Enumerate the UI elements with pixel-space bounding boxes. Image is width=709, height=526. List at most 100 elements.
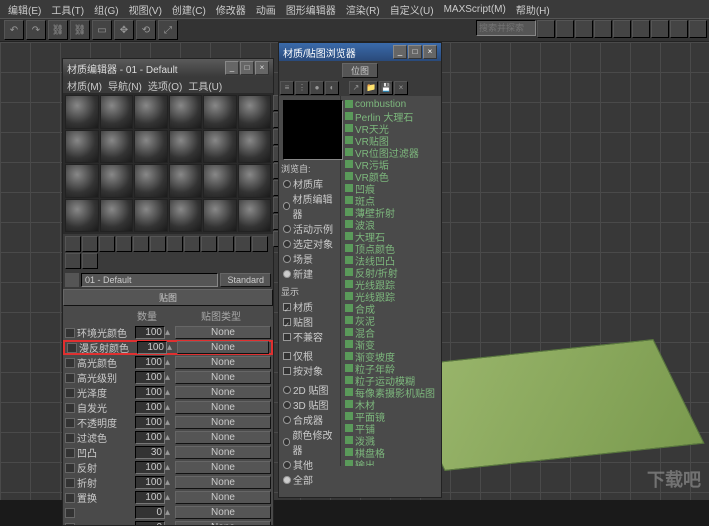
tool-redo[interactable]: ↷ xyxy=(26,20,46,40)
sample-slot[interactable] xyxy=(169,95,203,129)
map-checkbox[interactable] xyxy=(65,493,75,503)
mat-tool-button[interactable] xyxy=(133,236,149,252)
sample-slot[interactable] xyxy=(65,130,99,164)
map-amount[interactable]: 100 xyxy=(135,416,165,429)
mat-tool-button[interactable] xyxy=(235,236,251,252)
spinner-icon[interactable]: ▴ xyxy=(165,327,173,338)
map-checkbox[interactable] xyxy=(65,373,75,383)
spinner-icon[interactable]: ▴ xyxy=(165,357,173,368)
maximize-button[interactable]: □ xyxy=(240,61,254,75)
close-button[interactable]: × xyxy=(423,45,437,59)
browser-map-list[interactable]: combustionPerlin 大理石VR天光VR贴图VR位图过滤器VR污垢V… xyxy=(341,96,441,466)
tb-icon[interactable] xyxy=(651,20,669,38)
filter-option[interactable]: 按对象 xyxy=(281,363,338,378)
minimize-button[interactable]: _ xyxy=(393,45,407,59)
map-checkbox[interactable] xyxy=(65,463,75,473)
menu-animation[interactable]: 动画 xyxy=(252,2,280,17)
map-slot-button[interactable]: None xyxy=(175,521,271,525)
map-amount[interactable]: 100 xyxy=(135,326,165,339)
map-tree-item[interactable]: 输出 xyxy=(343,458,439,466)
browser-tab[interactable]: 位图 xyxy=(342,63,378,78)
mat-tool-button[interactable] xyxy=(218,236,234,252)
browse-from-option[interactable]: 新建 xyxy=(281,266,338,281)
category-option[interactable]: 颜色修改器 xyxy=(281,427,338,457)
tb-icon[interactable] xyxy=(575,20,593,38)
map-slot-button[interactable]: None xyxy=(175,506,271,519)
map-amount[interactable]: 0 xyxy=(135,521,165,525)
map-amount[interactable]: 100 xyxy=(135,431,165,444)
sample-slot[interactable] xyxy=(169,199,203,233)
menu-create[interactable]: 创建(C) xyxy=(168,2,210,17)
material-type-button[interactable]: Standard xyxy=(220,273,271,287)
browse-from-option[interactable]: 材质编辑器 xyxy=(281,191,338,221)
tb-icon[interactable] xyxy=(613,20,631,38)
map-amount[interactable]: 0 xyxy=(135,506,165,519)
mat-tool-button[interactable] xyxy=(201,236,217,252)
sample-slot[interactable] xyxy=(65,164,99,198)
browser-titlebar[interactable]: 材质/贴图浏览器 _ □ × xyxy=(279,43,441,61)
bt-icon[interactable]: 📁 xyxy=(364,81,378,95)
mat-tool-button[interactable] xyxy=(252,236,268,252)
bt-icon[interactable]: ↗ xyxy=(349,81,363,95)
map-checkbox[interactable] xyxy=(65,388,75,398)
menu-render[interactable]: 渲染(R) xyxy=(342,2,384,17)
tool-move[interactable]: ✥ xyxy=(114,20,134,40)
spinner-icon[interactable]: ▴ xyxy=(165,372,173,383)
map-slot-button[interactable]: None xyxy=(175,431,271,444)
mat-tool-button[interactable] xyxy=(82,253,98,269)
sample-slot[interactable] xyxy=(238,199,272,233)
mat-menu-material[interactable]: 材质(M) xyxy=(67,78,102,93)
mat-tool-button[interactable] xyxy=(116,236,132,252)
bt-icon[interactable]: 💾 xyxy=(379,81,393,95)
tool-unlink[interactable]: ⛓ xyxy=(70,20,90,40)
sample-slot[interactable] xyxy=(203,199,237,233)
browse-from-option[interactable]: 选定对象 xyxy=(281,236,338,251)
bt-icon[interactable]: ≡ xyxy=(280,81,294,95)
menu-maxscript[interactable]: MAXScript(M) xyxy=(440,4,510,15)
spinner-icon[interactable]: ▴ xyxy=(165,447,173,458)
map-slot-button[interactable]: None xyxy=(175,326,271,339)
map-slot-button[interactable]: None xyxy=(175,401,271,414)
spinner-icon[interactable]: ▴ xyxy=(165,507,173,518)
map-checkbox[interactable] xyxy=(65,478,75,488)
menu-view[interactable]: 视图(V) xyxy=(125,2,166,17)
map-checkbox[interactable] xyxy=(65,358,75,368)
close-button[interactable]: × xyxy=(255,61,269,75)
menu-edit[interactable]: 编辑(E) xyxy=(4,2,45,17)
tb-icon[interactable] xyxy=(537,20,555,38)
tb-icon[interactable] xyxy=(556,20,574,38)
map-amount[interactable]: 100 xyxy=(135,461,165,474)
map-slot-button[interactable]: None xyxy=(175,461,271,474)
sample-slot[interactable] xyxy=(134,130,168,164)
maps-rollout-header[interactable]: 贴图 xyxy=(63,289,273,306)
sample-slot[interactable] xyxy=(65,95,99,129)
map-amount[interactable]: 100 xyxy=(135,371,165,384)
bt-icon[interactable]: ◐ xyxy=(325,81,339,95)
show-option[interactable]: 材质 xyxy=(281,299,338,314)
sample-slot[interactable] xyxy=(100,199,134,233)
sample-slot[interactable] xyxy=(134,164,168,198)
sample-slot[interactable] xyxy=(203,164,237,198)
map-slot-button[interactable]: None xyxy=(177,341,269,354)
tool-select[interactable]: ▭ xyxy=(92,20,112,40)
map-amount[interactable]: 100 xyxy=(137,341,167,354)
sample-slot[interactable] xyxy=(203,95,237,129)
mat-editor-titlebar[interactable]: 材质编辑器 - 01 - Default _ □ × xyxy=(63,59,273,77)
mat-menu-options[interactable]: 选项(O) xyxy=(148,78,182,93)
map-slot-button[interactable]: None xyxy=(175,446,271,459)
map-checkbox[interactable] xyxy=(65,418,75,428)
mat-tool-button[interactable] xyxy=(65,236,81,252)
map-amount[interactable]: 100 xyxy=(135,476,165,489)
sample-slot[interactable] xyxy=(134,199,168,233)
sample-slot[interactable] xyxy=(238,164,272,198)
browse-from-option[interactable]: 场景 xyxy=(281,251,338,266)
tb-icon[interactable] xyxy=(689,20,707,38)
sample-slot[interactable] xyxy=(169,130,203,164)
map-checkbox[interactable] xyxy=(65,328,75,338)
map-amount[interactable]: 100 xyxy=(135,356,165,369)
sample-slot[interactable] xyxy=(65,199,99,233)
eyedropper-icon[interactable] xyxy=(65,273,79,287)
map-amount[interactable]: 100 xyxy=(135,386,165,399)
mat-menu-nav[interactable]: 导航(N) xyxy=(108,78,142,93)
map-checkbox[interactable] xyxy=(65,433,75,443)
